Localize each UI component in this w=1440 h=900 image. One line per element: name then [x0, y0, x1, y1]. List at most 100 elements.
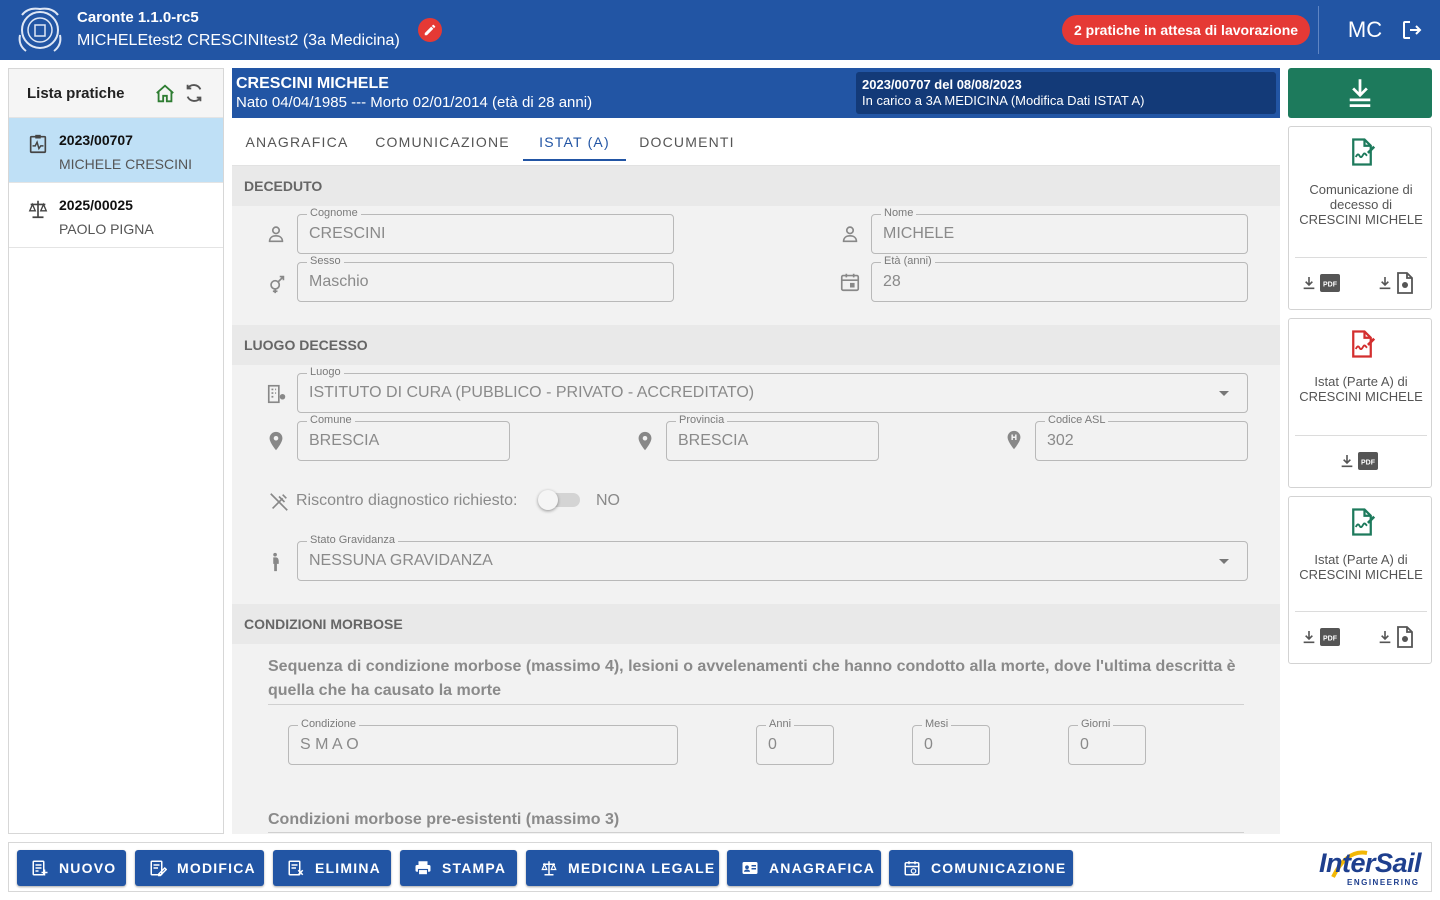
building-location-icon [267, 384, 286, 404]
brand-sub: ENGINEERING [1347, 878, 1420, 887]
tab-comunicazione[interactable]: COMUNICAZIONE [362, 120, 523, 161]
chevron-down-icon [1219, 559, 1229, 564]
eta-field[interactable]: Età (anni) 28 [871, 254, 1248, 302]
patient-banner: CRESCINI MICHELE Nato 04/04/1985 --- Mor… [232, 68, 1280, 118]
edit-document-icon [150, 860, 167, 877]
gender-icon [270, 275, 285, 294]
delete-document-icon [288, 860, 304, 876]
anni-field[interactable]: Anni 0 [756, 717, 834, 765]
luogo-select[interactable]: Luogo ISTITUTO DI CURA (PUBBLICO - PRIVA… [297, 365, 1248, 413]
nuovo-button[interactable]: NUOVO [17, 850, 126, 886]
divider [268, 704, 1244, 705]
tab-anagrafica[interactable]: ANAGRAFICA [232, 120, 362, 161]
anni-value: 0 [768, 736, 777, 753]
case-list-item[interactable]: 2023/00707 MICHELE CRESCINI [9, 118, 223, 183]
edit-user-button[interactable] [418, 18, 442, 42]
cognome-field[interactable]: Cognome CRESCINI [297, 206, 674, 254]
medicina-legale-label: MEDICINA LEGALE [568, 860, 716, 876]
signed-document-icon [1352, 508, 1376, 536]
medicina-legale-button[interactable]: MEDICINA LEGALE [526, 850, 719, 886]
case-list-title: Lista pratiche [27, 85, 125, 102]
medical-clipboard-icon [29, 134, 47, 154]
user-avatar[interactable]: MC [1344, 12, 1386, 48]
download-signed-button[interactable] [1377, 626, 1414, 648]
giorni-field[interactable]: Giorni 0 [1068, 717, 1146, 765]
bottom-toolbar: NUOVO MODIFICA ELIMINA STAMPA MEDICINA L… [8, 842, 1432, 892]
giorni-label: Giorni [1078, 717, 1114, 731]
person-icon [842, 226, 858, 243]
patient-dates: Nato 04/04/1985 --- Morto 02/01/2014 (et… [236, 94, 593, 111]
case-list-item[interactable]: 2025/00025 PAOLO PIGNA [9, 183, 223, 248]
istat-form: DECEDUTO Cognome CRESCINI Nome MICHELE S… [232, 166, 1280, 834]
case-number: 2023/00707 [59, 132, 133, 148]
download-signed-button[interactable] [1377, 272, 1414, 294]
printer-icon [415, 861, 431, 876]
app-title: Caronte 1.1.0-rc5 [77, 9, 199, 26]
mesi-value: 0 [924, 736, 933, 753]
eta-label: Età (anni) [881, 254, 935, 268]
scales-icon [541, 861, 557, 876]
provincia-field[interactable]: Provincia BRESCIA [666, 413, 879, 461]
stampa-button[interactable]: STAMPA [400, 850, 517, 886]
refresh-icon[interactable] [183, 82, 205, 104]
riscontro-label: Riscontro diagnostico richiesto: [296, 492, 518, 509]
section-luogo-header: LUOGO DECESSO [232, 325, 1280, 365]
comune-label: Comune [307, 413, 355, 427]
tab-istat-a[interactable]: ISTAT (A) [523, 120, 626, 161]
current-user: MICHELEtest2 CRESCINItest2 (3a Medicina) [77, 32, 400, 49]
mesi-label: Mesi [922, 717, 952, 731]
document-card: Istat (Parte A) di CRESCINI MICHELE PDF [1288, 318, 1432, 488]
pending-cases-badge[interactable]: 2 pratiche in attesa di lavorazione [1062, 15, 1311, 45]
stato-gravidanza-select[interactable]: Stato Gravidanza NESSUNA GRAVIDANZA [297, 533, 1248, 581]
map-pin-icon [269, 431, 283, 451]
download-icon [1303, 277, 1315, 290]
download-icon [1303, 631, 1315, 644]
hospital-pin-icon [1007, 430, 1021, 450]
riscontro-value: NO [596, 492, 620, 509]
card-divider [1295, 435, 1427, 436]
case-list-sidebar: Lista pratiche 2023/00707 MICHELE CRESCI… [8, 68, 224, 834]
luogo-label: Luogo [307, 365, 344, 379]
home-icon[interactable] [154, 83, 176, 105]
download-pdf-button[interactable]: PDF [1301, 272, 1340, 294]
condizione-field[interactable]: Condizione S M A O [288, 717, 678, 765]
municipal-crest-logo [18, 7, 62, 52]
nome-label: Nome [881, 206, 917, 220]
signed-file-icon [1397, 272, 1413, 294]
condizione-value: S M A O [300, 736, 359, 753]
nome-field[interactable]: Nome MICHELE [871, 206, 1248, 254]
provincia-label: Provincia [676, 413, 728, 427]
pdf-file-icon: PDF [1320, 274, 1340, 292]
download-pdf-button[interactable]: PDF [1339, 450, 1378, 472]
preesistenti-title: Condizioni morbose pre-esistenti (massim… [268, 811, 620, 828]
download-icon [1341, 455, 1353, 468]
comunicazione-button[interactable]: COMUNICAZIONE [889, 850, 1073, 886]
download-all-button[interactable] [1288, 68, 1432, 118]
top-bar: Caronte 1.1.0-rc5 MICHELEtest2 CRESCINIt… [0, 0, 1440, 60]
codice-asl-label: Codice ASL [1045, 413, 1109, 427]
new-document-icon [32, 860, 48, 876]
elimina-button[interactable]: ELIMINA [273, 850, 391, 886]
person-icon [268, 226, 284, 243]
logout-icon[interactable] [1400, 18, 1424, 42]
sesso-field[interactable]: Sesso Maschio [297, 254, 674, 302]
mesi-field[interactable]: Mesi 0 [912, 717, 990, 765]
codice-asl-field[interactable]: Codice ASL 302 [1035, 413, 1248, 461]
eta-value: 28 [883, 273, 901, 290]
stato-gravidanza-label: Stato Gravidanza [307, 533, 398, 547]
nuovo-label: NUOVO [59, 860, 117, 876]
stato-gravidanza-value: NESSUNA GRAVIDANZA [309, 552, 493, 569]
download-icon [1379, 631, 1391, 644]
download-pdf-button[interactable]: PDF [1301, 626, 1340, 648]
download-icon [1349, 79, 1371, 107]
modifica-button[interactable]: MODIFICA [135, 850, 264, 886]
section-deceduto-header: DECEDUTO [232, 166, 1280, 206]
case-person-name: PAOLO PIGNA [59, 221, 154, 237]
anagrafica-button[interactable]: ANAGRAFICA [727, 850, 881, 886]
document-title: Istat (Parte A) di CRESCINI MICHELE [1299, 552, 1423, 582]
comune-field[interactable]: Comune BRESCIA [297, 413, 510, 461]
case-person-name: MICHELE CRESCINI [59, 156, 193, 172]
tab-documenti[interactable]: DOCUMENTI [626, 120, 748, 161]
case-info-box: 2023/00707 del 08/08/2023 In carico a 3A… [856, 72, 1276, 114]
riscontro-toggle[interactable] [538, 490, 580, 510]
